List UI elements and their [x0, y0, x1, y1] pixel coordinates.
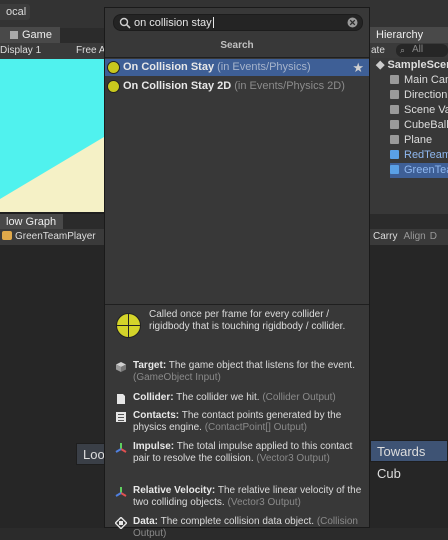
aspect-select[interactable]: Free A [76, 45, 105, 56]
hierarchy-item[interactable]: GreenTea [390, 163, 448, 178]
port-summary: The complete collision data object. [158, 516, 317, 527]
game-view-icon [10, 31, 18, 39]
align-button[interactable]: Align [403, 231, 425, 242]
result-path: (in Events/Physics) [214, 61, 311, 73]
unity-scene-icon: ◆ [376, 59, 385, 71]
tab-hierarchy[interactable]: Hierarchy [370, 27, 448, 43]
search-icon [119, 17, 131, 29]
graph-canvas-right[interactable] [370, 245, 448, 528]
gameobject-icon [390, 105, 399, 114]
prefab-icon [390, 165, 399, 174]
port-name: Contacts: [133, 410, 180, 421]
result-label: On Collision Stay 2D (in Events/Physics … [123, 78, 345, 95]
port-name: Data: [133, 516, 159, 527]
search-result-item[interactable]: On Collision Stay 2D (in Events/Physics … [105, 78, 369, 95]
hierarchy-search-icon: ⌕ [400, 45, 406, 55]
hierarchy-item-label: Scene Va [404, 104, 448, 116]
hierarchy-item[interactable]: RedTeam [390, 148, 448, 163]
search-header: Search [220, 40, 254, 51]
text-caret [212, 17, 214, 28]
hierarchy-item-label: RedTeam [404, 149, 448, 161]
game-view [0, 59, 104, 212]
gameobject-icon [390, 75, 399, 84]
gameobject-icon [390, 90, 399, 99]
tab-game[interactable]: Game [0, 27, 60, 43]
port-name: Collider: [133, 392, 174, 403]
unit-description: Called once per frame for every collider… [149, 309, 346, 332]
graph-breadcrumb-icon [2, 231, 12, 240]
collision-data-icon [115, 517, 127, 529]
hierarchy-item-label: Plane [404, 134, 433, 146]
search-result-item[interactable]: On Collision Stay (in Events/Physics) ★ [105, 59, 369, 76]
create-dropdown[interactable]: ate [371, 45, 385, 56]
event-icon [107, 61, 120, 74]
hierarchy-item[interactable]: Scene Va [390, 103, 448, 118]
game-view-ground [0, 137, 104, 212]
graph-toolbar-buttons: Carry Align D [373, 231, 437, 242]
graph-breadcrumb[interactable]: GreenTeamPlayer [2, 231, 96, 242]
result-label: On Collision Stay (in Events/Physics) [123, 59, 311, 76]
port-type: (ContactPoint[] Output) [204, 422, 307, 433]
hierarchy-filter: All [412, 44, 424, 55]
description-panel: Called once per frame for every collider… [105, 304, 369, 539]
document-icon [117, 394, 125, 404]
vector-axes-icon [115, 443, 127, 453]
gameobject-icon [390, 120, 399, 129]
port-text: Collider: The collider we hit. (Collider… [133, 392, 367, 404]
hierarchy-item[interactable]: Direction [390, 88, 447, 103]
header-divider [105, 57, 369, 58]
result-path: (in Events/Physics 2D) [231, 80, 345, 92]
tab-local[interactable]: ocal [0, 4, 30, 20]
gameobject-icon [116, 362, 126, 372]
hierarchy-item-label: Main Can [404, 74, 448, 86]
graph-node-left-label: Loo [83, 447, 105, 462]
hierarchy-item-label: GreenTea [404, 164, 448, 176]
carry-button[interactable]: Carry [373, 231, 397, 242]
port-name: Impulse: [133, 441, 175, 452]
port-text: Contacts: The contact points generated b… [133, 410, 367, 434]
event-icon [107, 80, 120, 93]
favorite-star-icon[interactable]: ★ [352, 59, 364, 76]
node-search-popup: Search On Collision Stay (in Events/Phys… [104, 7, 370, 539]
tab-game-label: Game [22, 29, 52, 41]
hierarchy-item-label: CubeBall [404, 119, 448, 131]
port-text: Impulse: The total impulse applied to th… [133, 441, 367, 465]
port-type: (GameObject Input) [133, 372, 221, 383]
clear-search-icon[interactable] [347, 17, 358, 28]
scene-root[interactable]: ◆ SampleScen [376, 58, 448, 73]
graph-breadcrumb-label: GreenTeamPlayer [15, 231, 96, 242]
vector-axes-icon [115, 487, 127, 497]
port-name: Relative Velocity: [133, 485, 216, 496]
hierarchy-item-label: Direction [404, 89, 448, 101]
event-unit-icon [116, 313, 141, 338]
port-type: (Vector3 Output) [256, 453, 330, 464]
graph-canvas-left[interactable] [0, 245, 104, 528]
port-text: Target: The game object that listens for… [133, 360, 367, 384]
hierarchy-item[interactable]: CubeBall [390, 118, 448, 133]
hierarchy-search[interactable]: ⌕ All [396, 44, 448, 57]
port-type: (Vector3 Output) [227, 497, 301, 508]
hierarchy-item[interactable]: Plane [390, 133, 432, 148]
hierarchy-item[interactable]: Main Can [390, 73, 448, 88]
distribute-button[interactable]: D [430, 231, 437, 242]
port-summary: The game object that listens for the eve… [166, 360, 355, 371]
result-name: On Collision Stay 2D [123, 80, 232, 92]
list-icon [116, 412, 126, 422]
gameobject-icon [390, 135, 399, 144]
search-field[interactable] [113, 14, 363, 31]
tab-flow-graph[interactable]: low Graph [0, 214, 63, 230]
scene-name: SampleScen [387, 59, 448, 71]
port-text: Data: The complete collision data object… [133, 516, 367, 540]
port-type: (Collider Output) [262, 392, 336, 403]
search-input[interactable] [134, 15, 334, 30]
port-summary: The collider we hit. [173, 392, 263, 403]
display-select[interactable]: Display 1 [0, 45, 41, 56]
graph-node-right[interactable]: Towards Cub [370, 440, 448, 481]
prefab-icon [390, 150, 399, 159]
port-name: Target: [133, 360, 167, 371]
result-name: On Collision Stay [123, 61, 215, 73]
port-text: Relative Velocity: The relative linear v… [133, 485, 367, 509]
